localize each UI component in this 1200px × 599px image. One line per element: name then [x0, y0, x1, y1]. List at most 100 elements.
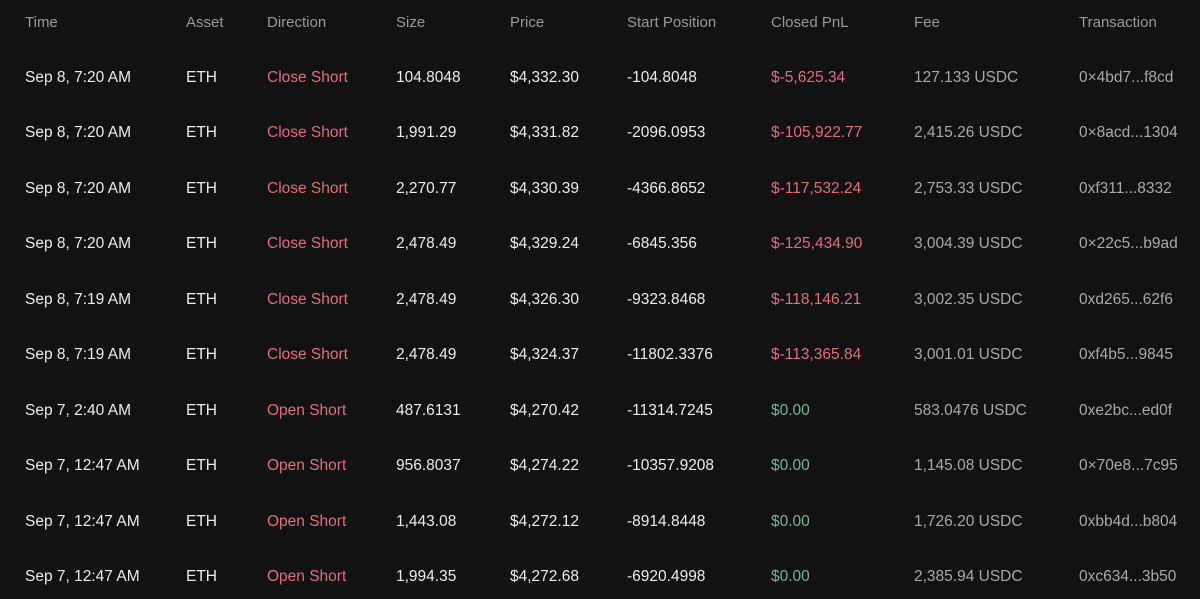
- cell-asset: ETH: [186, 180, 217, 197]
- cell-start-position: -4366.8652: [627, 180, 706, 197]
- cell-time: Sep 8, 7:20 AM: [25, 69, 131, 86]
- header-price[interactable]: Price: [510, 3, 544, 43]
- transaction-link[interactable]: 0xf311...8332: [1079, 169, 1172, 209]
- cell-size: 1,443.08: [396, 513, 457, 530]
- cell-asset: ETH: [186, 124, 217, 141]
- cell-direction: Close Short: [267, 180, 348, 197]
- transaction-link[interactable]: 0×70e8...7c95: [1079, 446, 1178, 486]
- cell-asset: ETH: [186, 402, 217, 419]
- cell-time: Sep 8, 7:19 AM: [25, 291, 131, 308]
- cell-time: Sep 8, 7:19 AM: [25, 346, 131, 363]
- cell-start-position: -9323.8468: [627, 291, 706, 308]
- cell-price: $4,326.30: [510, 291, 579, 308]
- cell-direction: Close Short: [267, 291, 348, 308]
- cell-fee: 3,001.01 USDC: [914, 346, 1023, 363]
- cell-size: 487.6131: [396, 402, 461, 419]
- header-start-position[interactable]: Start Position: [627, 3, 716, 43]
- table-row: Sep 8, 7:20 AM ETH Close Short 104.8048 …: [0, 58, 1200, 98]
- cell-direction: Open Short: [267, 568, 347, 585]
- transaction-link[interactable]: 0xd265...62f6: [1079, 280, 1173, 320]
- cell-asset: ETH: [186, 291, 217, 308]
- trade-history-table: Time Asset Direction Size Price Start Po…: [0, 0, 1200, 599]
- cell-start-position: -2096.0953: [627, 124, 706, 141]
- cell-fee: 583.0476 USDC: [914, 402, 1027, 419]
- cell-size: 1,991.29: [396, 124, 457, 141]
- cell-size: 2,270.77: [396, 180, 457, 197]
- cell-direction: Open Short: [267, 513, 347, 530]
- table-row: Sep 8, 7:20 AM ETH Close Short 2,478.49 …: [0, 224, 1200, 264]
- cell-price: $4,331.82: [510, 124, 579, 141]
- cell-start-position: -10357.9208: [627, 457, 715, 474]
- table-row: Sep 8, 7:19 AM ETH Close Short 2,478.49 …: [0, 280, 1200, 320]
- cell-direction: Close Short: [267, 235, 348, 252]
- header-time[interactable]: Time: [25, 3, 58, 43]
- cell-fee: 2,753.33 USDC: [914, 180, 1023, 197]
- cell-start-position: -6845.356: [627, 235, 697, 252]
- table-header-row: Time Asset Direction Size Price Start Po…: [0, 3, 1200, 43]
- cell-closed-pnl: $0.00: [771, 457, 810, 474]
- header-size[interactable]: Size: [396, 3, 425, 43]
- transaction-link[interactable]: 0xc634...3b50: [1079, 557, 1176, 597]
- cell-closed-pnl: $-105,922.77: [771, 124, 863, 141]
- cell-asset: ETH: [186, 568, 217, 585]
- table-row: Sep 7, 12:47 AM ETH Open Short 1,443.08 …: [0, 502, 1200, 542]
- cell-time: Sep 7, 12:47 AM: [25, 513, 140, 530]
- cell-fee: 3,002.35 USDC: [914, 291, 1023, 308]
- transaction-link[interactable]: 0×8acd...1304: [1079, 113, 1178, 153]
- cell-size: 1,994.35: [396, 568, 457, 585]
- cell-price: $4,270.42: [510, 402, 579, 419]
- table-row: Sep 7, 12:47 AM ETH Open Short 956.8037 …: [0, 446, 1200, 486]
- transaction-link[interactable]: 0×22c5...b9ad: [1079, 224, 1178, 264]
- cell-fee: 2,415.26 USDC: [914, 124, 1023, 141]
- transaction-link[interactable]: 0xf4b5...9845: [1079, 335, 1173, 375]
- cell-closed-pnl: $-125,434.90: [771, 235, 863, 252]
- table-row: Sep 8, 7:20 AM ETH Close Short 2,270.77 …: [0, 169, 1200, 209]
- cell-closed-pnl: $-5,625.34: [771, 69, 846, 86]
- cell-start-position: -6920.4998: [627, 568, 706, 585]
- table-row: Sep 7, 12:47 AM ETH Open Short 1,994.35 …: [0, 557, 1200, 597]
- cell-asset: ETH: [186, 457, 217, 474]
- cell-closed-pnl: $-113,365.84: [771, 346, 862, 363]
- cell-closed-pnl: $0.00: [771, 513, 810, 530]
- cell-price: $4,274.22: [510, 457, 579, 474]
- header-direction[interactable]: Direction: [267, 3, 326, 43]
- cell-start-position: -104.8048: [627, 69, 697, 86]
- cell-price: $4,324.37: [510, 346, 579, 363]
- cell-direction: Open Short: [267, 402, 347, 419]
- cell-time: Sep 7, 12:47 AM: [25, 457, 140, 474]
- cell-fee: 1,726.20 USDC: [914, 513, 1023, 530]
- header-transaction[interactable]: Transaction: [1079, 3, 1157, 43]
- cell-size: 2,478.49: [396, 235, 457, 252]
- cell-fee: 2,385.94 USDC: [914, 568, 1023, 585]
- transaction-link[interactable]: 0×4bd7...f8cd: [1079, 58, 1173, 98]
- cell-start-position: -8914.8448: [627, 513, 706, 530]
- cell-price: $4,272.12: [510, 513, 579, 530]
- header-asset[interactable]: Asset: [186, 3, 224, 43]
- cell-fee: 3,004.39 USDC: [914, 235, 1023, 252]
- cell-time: Sep 8, 7:20 AM: [25, 235, 131, 252]
- cell-closed-pnl: $0.00: [771, 568, 810, 585]
- cell-fee: 127.133 USDC: [914, 69, 1019, 86]
- header-closed-pnl[interactable]: Closed PnL: [771, 3, 849, 43]
- cell-direction: Open Short: [267, 457, 347, 474]
- cell-asset: ETH: [186, 69, 217, 86]
- table-row: Sep 7, 2:40 AM ETH Open Short 487.6131 $…: [0, 391, 1200, 431]
- cell-time: Sep 7, 2:40 AM: [25, 402, 131, 419]
- cell-asset: ETH: [186, 513, 217, 530]
- cell-start-position: -11802.3376: [627, 346, 713, 363]
- transaction-link[interactable]: 0xe2bc...ed0f: [1079, 391, 1172, 431]
- cell-closed-pnl: $-117,532.24: [771, 180, 862, 197]
- cell-direction: Close Short: [267, 124, 348, 141]
- cell-size: 956.8037: [396, 457, 461, 474]
- cell-price: $4,329.24: [510, 235, 579, 252]
- cell-time: Sep 8, 7:20 AM: [25, 124, 131, 141]
- cell-fee: 1,145.08 USDC: [914, 457, 1023, 474]
- cell-start-position: -11314.7245: [627, 402, 713, 419]
- cell-size: 2,478.49: [396, 291, 457, 308]
- cell-time: Sep 7, 12:47 AM: [25, 568, 140, 585]
- cell-price: $4,330.39: [510, 180, 579, 197]
- transaction-link[interactable]: 0xbb4d...b804: [1079, 502, 1177, 542]
- cell-asset: ETH: [186, 235, 217, 252]
- header-fee[interactable]: Fee: [914, 3, 940, 43]
- cell-direction: Close Short: [267, 69, 348, 86]
